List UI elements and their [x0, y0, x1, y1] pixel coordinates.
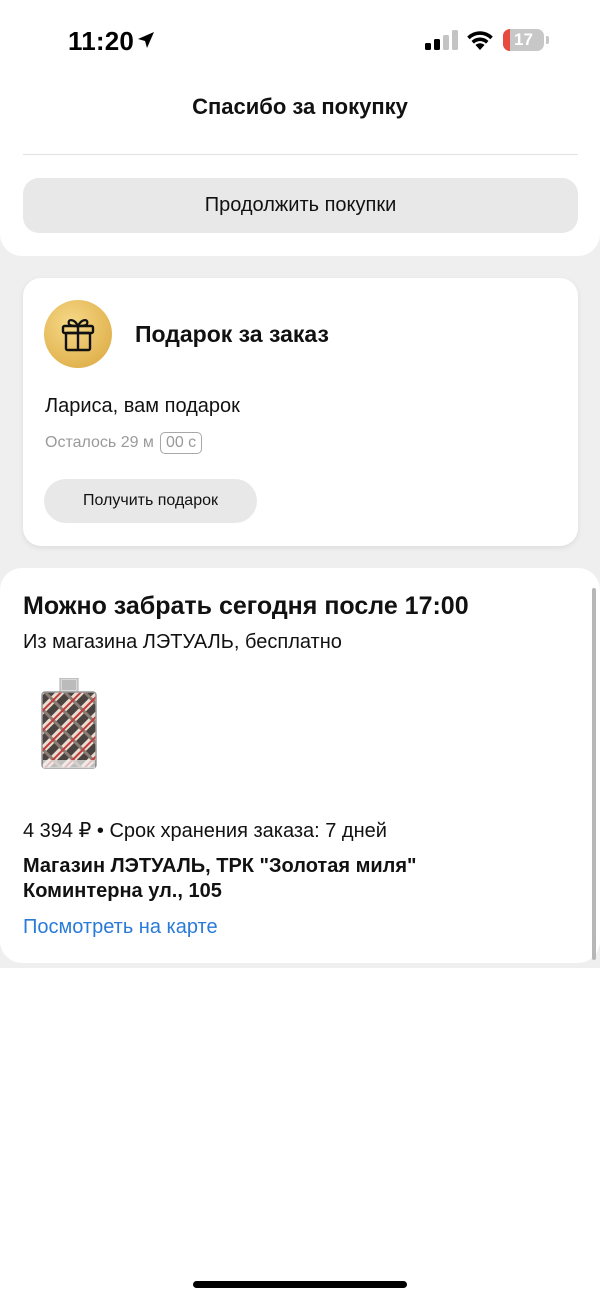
signal-icon: [425, 30, 458, 50]
divider: [23, 154, 578, 155]
pickup-section: Можно забрать сегодня после 17:00 Из маг…: [0, 568, 600, 963]
price-and-storage: 4 394 ₽ • Срок хранения заказа: 7 дней: [23, 820, 387, 842]
status-bar: 11:20 17: [0, 0, 600, 80]
pickup-subtitle: Из магазина ЛЭТУАЛЬ, бесплатно: [23, 631, 342, 653]
battery-icon: 17: [503, 29, 549, 51]
get-gift-button[interactable]: Получить подарок: [44, 479, 257, 523]
location-arrow-icon: [138, 32, 154, 48]
scrollbar[interactable]: [592, 588, 596, 960]
page-title: Спасибо за покупку: [192, 94, 408, 119]
battery-cap: [546, 36, 549, 44]
store-address: Коминтерна ул., 105: [23, 880, 222, 902]
gift-card: Подарок за заказ Лариса, вам подарок Ост…: [23, 278, 578, 546]
battery-level: 17: [514, 30, 533, 49]
status-time: 11:20: [68, 26, 135, 56]
countdown-seconds: 00 с: [159, 432, 203, 454]
gift-countdown: Осталось 29 м 00 с: [45, 432, 203, 454]
countdown-minutes: Осталось 29 м: [45, 434, 154, 451]
perfume-bottle-image[interactable]: [40, 678, 98, 770]
gift-greeting: Лариса, вам подарок: [45, 395, 240, 417]
gift-icon: [61, 319, 95, 352]
continue-shopping-button[interactable]: Продолжить покупки: [23, 178, 578, 233]
view-on-map-link[interactable]: Посмотреть на карте: [23, 916, 218, 939]
home-indicator[interactable]: [193, 1281, 407, 1288]
pickup-title: Можно забрать сегодня после 17:00: [23, 592, 469, 620]
wifi-icon: [467, 31, 493, 50]
store-name: Магазин ЛЭТУАЛЬ, ТРК "Золотая миля": [23, 855, 417, 877]
battery-body: 17: [503, 29, 544, 51]
gift-icon-badge: [44, 300, 112, 368]
header-section: Спасибо за покупку Продолжить покупки: [0, 80, 600, 256]
gift-card-title: Подарок за заказ: [135, 321, 329, 347]
